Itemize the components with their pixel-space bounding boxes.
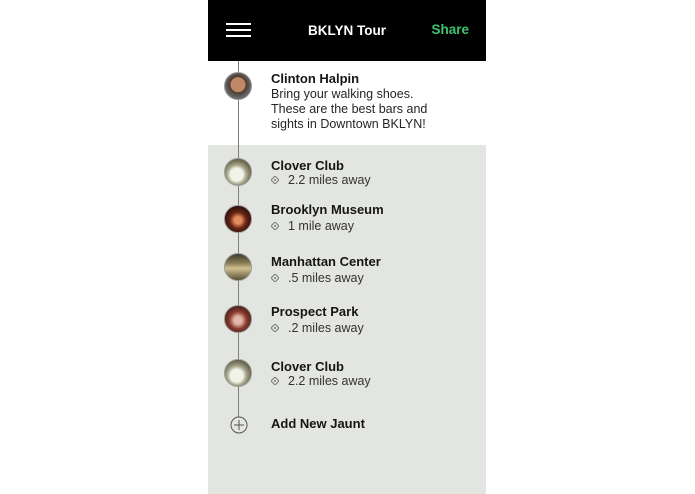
distance-text: 2.2 miles away bbox=[288, 374, 371, 388]
place-name: Brooklyn Museum bbox=[271, 202, 384, 217]
distance-row: 2.2 miles away bbox=[271, 173, 371, 187]
place-name: Prospect Park bbox=[271, 304, 359, 319]
share-button[interactable]: Share bbox=[431, 22, 469, 37]
top-bar: BKLYN Tour Share bbox=[208, 0, 486, 61]
place-name: Clover Club bbox=[271, 359, 344, 374]
distance-text: 1 mile away bbox=[288, 219, 354, 233]
distance-row: .5 miles away bbox=[271, 271, 364, 285]
place-name: Manhattan Center bbox=[271, 254, 381, 269]
page-title: BKLYN Tour bbox=[307, 23, 386, 38]
place-avatar bbox=[224, 253, 252, 281]
location-pin-icon bbox=[271, 274, 279, 282]
list-item[interactable]: Brooklyn Museum 1 mile away bbox=[208, 201, 486, 241]
location-pin-icon bbox=[271, 324, 279, 332]
tour-description: Bring your walking shoes. These are the … bbox=[271, 87, 428, 131]
list-item[interactable]: Clover Club 2.2 miles away bbox=[208, 156, 486, 196]
list-item[interactable]: Manhattan Center .5 miles away bbox=[208, 253, 486, 293]
distance-row: 2.2 miles away bbox=[271, 374, 371, 388]
place-avatar bbox=[224, 158, 252, 186]
location-pin-icon bbox=[271, 176, 279, 184]
author-avatar bbox=[224, 72, 252, 100]
distance-row: .2 miles away bbox=[271, 321, 364, 335]
location-pin-icon bbox=[271, 377, 279, 385]
place-avatar bbox=[224, 305, 252, 333]
author-name: Clinton Halpin bbox=[271, 71, 360, 86]
list-item[interactable]: Prospect Park .2 miles away bbox=[208, 303, 486, 343]
list-item[interactable]: Clover Club 2.2 miles away bbox=[208, 358, 486, 398]
app-screen: BKLYN Tour Share Clinton Halpin Bring yo… bbox=[208, 0, 486, 494]
distance-text: .5 miles away bbox=[288, 271, 364, 285]
add-new-jaunt-button[interactable]: Add New Jaunt bbox=[271, 416, 365, 431]
hamburger-menu-icon[interactable] bbox=[226, 20, 252, 40]
location-pin-icon bbox=[271, 222, 279, 230]
place-avatar bbox=[224, 359, 252, 387]
distance-row: 1 mile away bbox=[271, 219, 354, 233]
place-name: Clover Club bbox=[271, 158, 344, 173]
distance-text: 2.2 miles away bbox=[288, 173, 371, 187]
place-avatar bbox=[224, 205, 252, 233]
add-circle-icon[interactable] bbox=[230, 416, 248, 434]
distance-text: .2 miles away bbox=[288, 321, 364, 335]
